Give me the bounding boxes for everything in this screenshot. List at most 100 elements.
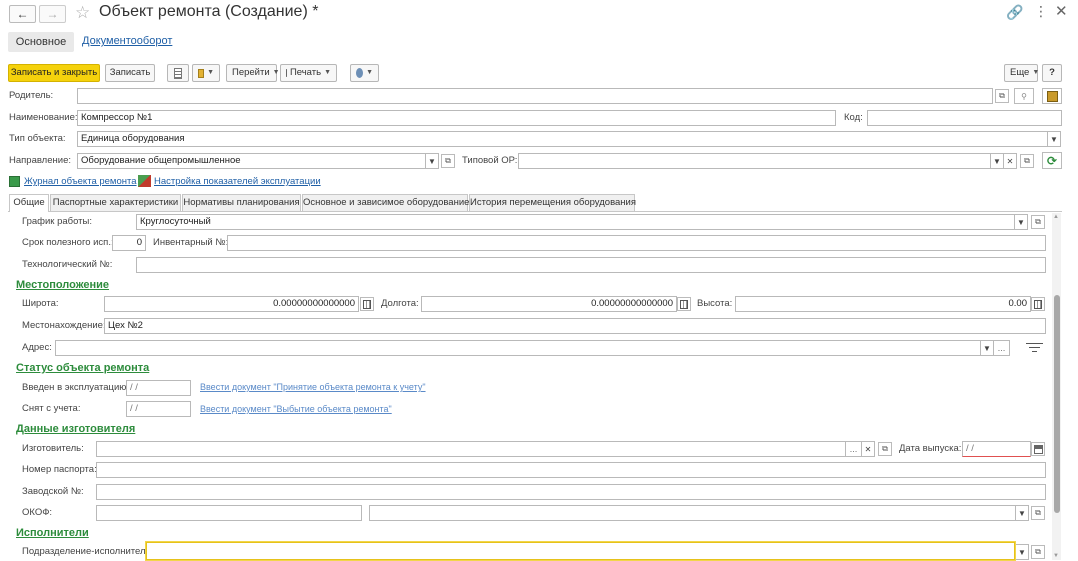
attachments-button[interactable]: ▼: [350, 64, 379, 82]
maker-label: Изготовитель:: [22, 443, 84, 454]
calculator-icon: [363, 299, 371, 309]
inventory-field[interactable]: [227, 235, 1046, 251]
tab-planning[interactable]: Нормативы планирования: [182, 194, 301, 211]
open-direction-button[interactable]: ⧉: [441, 154, 455, 168]
open-icon: ⧉: [999, 91, 1005, 100]
executors-title[interactable]: Исполнители: [16, 527, 89, 539]
okof-field[interactable]: [369, 505, 1016, 521]
type-label: Тип объекта:: [9, 133, 66, 144]
longitude-field[interactable]: 0.00000000000000: [421, 296, 677, 312]
name-field[interactable]: Компрессор №1: [77, 110, 836, 126]
open-parent-button[interactable]: ⧉: [995, 89, 1009, 103]
document-list-button[interactable]: [167, 64, 189, 82]
in-service-date-field[interactable]: / /: [126, 380, 191, 396]
preview-button[interactable]: ⚲: [1014, 88, 1034, 104]
calculator-icon: [680, 299, 688, 309]
address-dropdown-button[interactable]: ▼: [981, 340, 994, 356]
go-button[interactable]: Перейти ▼: [226, 64, 280, 82]
okof-code-field[interactable]: [96, 505, 362, 521]
schedule-dropdown-button[interactable]: ▼: [1015, 214, 1028, 230]
settings-link[interactable]: Настройка показателей эксплуатации: [154, 176, 321, 187]
direction-field[interactable]: Оборудование общепромышленное: [77, 153, 426, 169]
open-okof-button[interactable]: ⧉: [1031, 506, 1045, 520]
picture-button[interactable]: [1042, 88, 1062, 104]
arrow-left-icon: ←: [16, 7, 29, 21]
release-date-calendar-button[interactable]: [1031, 442, 1045, 456]
maker-select-button[interactable]: …: [846, 441, 862, 457]
address-label: Адрес:: [22, 342, 52, 353]
scroll-up-icon[interactable]: ▲: [1053, 214, 1059, 220]
journal-link[interactable]: Журнал объекта ремонта: [24, 176, 137, 187]
tab-docflow[interactable]: Документооборот: [82, 35, 172, 47]
link-icon[interactable]: 🔗: [1006, 4, 1023, 21]
tab-general[interactable]: Общие: [9, 194, 49, 212]
journal-icon: [9, 176, 20, 187]
passport-label: Номер паспорта:: [22, 464, 97, 475]
typical-clear-button[interactable]: ✕: [1004, 153, 1017, 169]
close-icon[interactable]: ✕: [1055, 2, 1068, 20]
parent-field[interactable]: [77, 88, 993, 104]
okof-dropdown-button[interactable]: ▼: [1016, 505, 1029, 521]
refresh-button[interactable]: ⟳: [1042, 152, 1062, 169]
altitude-calc-button[interactable]: [1031, 297, 1045, 311]
latitude-calc-button[interactable]: [360, 297, 374, 311]
chevron-down-icon: ▼: [366, 69, 373, 76]
dept-dropdown-button[interactable]: ▼: [1016, 544, 1029, 560]
location-title[interactable]: Местоположение: [16, 279, 109, 291]
tab-main[interactable]: Основное: [8, 32, 74, 52]
written-off-document-link[interactable]: Ввести документ "Выбытие объекта ремонта…: [200, 404, 392, 414]
place-field[interactable]: Цех №2: [104, 318, 1046, 334]
open-maker-button[interactable]: ⧉: [878, 442, 892, 456]
calculator-icon: [1034, 299, 1042, 309]
favorite-star-icon[interactable]: ☆: [75, 3, 90, 23]
tabs-baseline: [8, 211, 1062, 212]
open-schedule-button[interactable]: ⧉: [1031, 215, 1045, 229]
address-select-button[interactable]: …: [994, 340, 1010, 356]
tab-history[interactable]: История перемещения оборудования: [469, 194, 636, 211]
tech-field[interactable]: [136, 257, 1046, 273]
dept-field[interactable]: [146, 542, 1015, 560]
written-off-date-field[interactable]: / /: [126, 401, 191, 417]
typical-field[interactable]: [518, 153, 991, 169]
save-button[interactable]: Записать: [105, 64, 155, 82]
tab-passport[interactable]: Паспортные характеристики: [50, 194, 181, 211]
serial-field[interactable]: [96, 484, 1046, 500]
direction-dropdown-button[interactable]: ▼: [426, 153, 439, 169]
scroll-down-icon[interactable]: ▼: [1053, 553, 1059, 559]
maker-clear-button[interactable]: ✕: [862, 441, 875, 457]
open-dept-button[interactable]: ⧉: [1031, 545, 1045, 559]
more-vertical-icon[interactable]: ⋮: [1034, 3, 1048, 20]
typical-dropdown-button[interactable]: ▼: [991, 153, 1004, 169]
address-filter-icon[interactable]: [1026, 341, 1043, 354]
vertical-scrollbar[interactable]: ▲ ▼: [1052, 213, 1061, 560]
type-dropdown-button[interactable]: ▼: [1048, 131, 1061, 147]
in-service-document-link[interactable]: Ввести документ "Принятие объекта ремонт…: [200, 382, 426, 392]
type-field[interactable]: Единица оборудования: [77, 131, 1048, 147]
life-field[interactable]: 0: [112, 235, 146, 251]
longitude-calc-button[interactable]: [677, 297, 691, 311]
maker-field[interactable]: [96, 441, 846, 457]
print-button[interactable]: Печать ▼: [280, 64, 337, 82]
dept-label: Подразделение-исполнитель:: [22, 546, 154, 557]
open-typical-button[interactable]: ⧉: [1020, 154, 1034, 168]
back-button[interactable]: ←: [9, 5, 36, 23]
create-based-on-button[interactable]: ▼: [192, 64, 220, 82]
schedule-field[interactable]: Круглосуточный: [136, 214, 1015, 230]
written-off-label: Снят с учета:: [22, 403, 81, 414]
code-field[interactable]: [867, 110, 1062, 126]
more-button[interactable]: Еще ▼: [1004, 64, 1039, 82]
altitude-label: Высота:: [697, 298, 733, 309]
forward-button[interactable]: →: [39, 5, 66, 23]
latitude-field[interactable]: 0.00000000000000: [104, 296, 359, 312]
tab-equipment[interactable]: Основное и зависимое оборудование: [302, 194, 469, 211]
release-date-field[interactable]: / /: [962, 441, 1031, 457]
manufacturer-title[interactable]: Данные изготовителя: [16, 423, 135, 435]
save-and-close-button[interactable]: Записать и закрыть: [8, 64, 100, 82]
help-button[interactable]: ?: [1042, 64, 1062, 82]
passport-field[interactable]: [96, 462, 1046, 478]
altitude-field[interactable]: 0.00: [735, 296, 1031, 312]
status-title[interactable]: Статус объекта ремонта: [16, 362, 149, 374]
address-field[interactable]: [55, 340, 981, 356]
scrollbar-thumb[interactable]: [1054, 295, 1060, 513]
chevron-down-icon: ▼: [428, 156, 436, 166]
